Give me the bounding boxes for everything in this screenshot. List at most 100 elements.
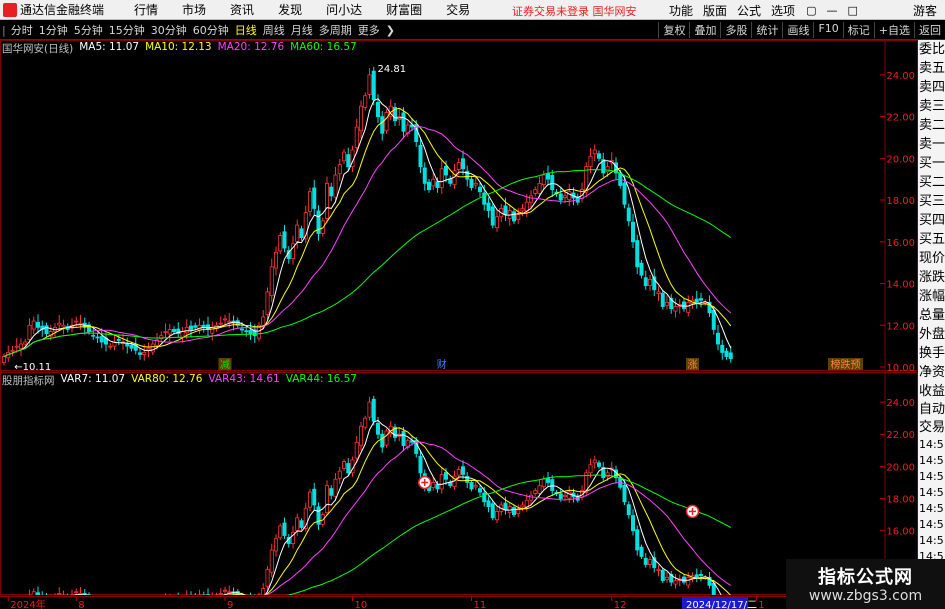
candle [222,318,227,321]
candle [341,151,346,162]
candle [529,195,534,203]
candle [660,292,665,307]
guest-user[interactable]: 游客 [913,2,937,19]
candle [477,488,482,493]
adjust-button[interactable]: 复权 [658,22,689,38]
event-marker: 涨 [688,359,698,371]
add-watchlist-button[interactable]: +自选 [873,22,914,38]
menu-layout[interactable]: 版面 [698,2,732,19]
main-kline-panel[interactable]: 24.00 22.00 20.00 18.00 16.00 14.00 12.00 10.00… [0,40,918,374]
candle [380,116,385,134]
candle [639,262,644,276]
candle [524,499,529,508]
period-1min[interactable]: 1分钟 [36,22,71,38]
date-label: 10 [355,600,368,609]
candle [486,202,491,211]
candle [193,325,198,328]
candle [605,166,610,173]
title-right-menu: 功能 版面 公式 选项 ▢ — □ [664,2,862,19]
candle [694,574,699,578]
candle [261,588,266,596]
candle [180,331,185,338]
candle [273,251,278,269]
candle [711,309,716,330]
panel-border [0,372,918,595]
back-button[interactable]: 返回 [914,22,945,38]
axis-label: 20.00 [886,154,915,165]
candle [150,343,155,353]
menu-options[interactable]: 选项 [766,2,800,19]
watermark-url: www.zbgs3.com [808,588,923,604]
minimize-icon[interactable]: — [822,4,841,17]
candle [431,482,436,489]
trade-time: 14:5 [919,518,944,531]
chevron-right-icon[interactable]: ❯ [383,24,398,37]
period-15min[interactable]: 15分钟 [106,22,148,38]
legend-ma10: MA10: 12.13 [145,41,212,53]
main-legend: 国华网安(日线) MA5: 11.07 MA10: 12.13 MA20: 12… [2,41,357,56]
candle [261,316,266,326]
candle [307,491,312,508]
quote-label: 卖二 [919,118,945,133]
maximize-icon[interactable]: □ [843,4,861,17]
candle [716,332,721,345]
period-daily[interactable]: 日线 [232,22,260,38]
candle [490,503,495,519]
candle [460,466,465,475]
candle [273,538,278,552]
quote-label: 卖一 [919,137,945,152]
candle [171,329,176,332]
axis-label: 20.00 [886,462,915,473]
candle [567,191,572,201]
candle [210,326,215,334]
login-status[interactable]: 证券交易未登录 国华网安 [512,3,637,19]
period-multi[interactable]: 多周期 [316,22,355,38]
mark-button[interactable]: 标记 [842,22,874,38]
period-intraday[interactable]: 分时 [8,22,36,38]
axis-label: 16.00 [886,527,915,538]
candle [728,352,733,360]
candle [244,330,249,333]
period-weekly[interactable]: 周线 [260,22,288,38]
app-name: 通达信金融终端 [20,3,105,17]
period-5min[interactable]: 5分钟 [71,22,106,38]
period-monthly[interactable]: 月线 [288,22,316,38]
candle [558,193,563,201]
site-watermark: 指标公式网 www.zbgs3.com [786,559,945,609]
period-60min[interactable]: 60分钟 [190,22,232,38]
stats-button[interactable]: 统计 [751,22,782,38]
candle [299,228,304,239]
legend-ma20: MA20: 12.76 [217,41,285,53]
menu-market[interactable]: 市场 [170,1,218,18]
menu-assistant[interactable]: 问小达 [314,1,374,18]
axis-label: 16.00 [886,238,915,249]
candle [550,175,555,191]
candle [329,488,334,496]
menu-formula[interactable]: 公式 [732,2,766,19]
auto-label[interactable]: 自动 [918,401,945,419]
quote-label: 外盘 [919,327,945,342]
restore-icon[interactable]: ▢ [802,4,820,17]
menu-quotes[interactable]: 行情 [122,1,170,18]
period-30min[interactable]: 30分钟 [148,22,190,38]
candle [546,173,551,180]
indicator-panel[interactable]: 24.0022.0020.0018.0016.0014.00 股朋指标网 VAR… [0,372,918,609]
candle [278,525,283,539]
candle [36,592,41,598]
candle [520,208,525,212]
f10-button[interactable]: F10 [813,22,842,38]
menu-discover[interactable]: 发现 [266,1,314,18]
quote-label: 买一 [919,156,945,171]
candle [36,321,41,328]
menu-news[interactable]: 资讯 [218,1,266,18]
menu-function[interactable]: 功能 [664,2,698,19]
menu-wealth-circle[interactable]: 财富圈 [374,1,434,18]
period-more[interactable]: 更多 [355,22,383,38]
candle [108,345,113,348]
menu-trade[interactable]: 交易 [434,1,482,18]
candle [456,162,461,171]
multi-stock-button[interactable]: 多股 [720,22,751,38]
candle [324,485,329,514]
overlay-button[interactable]: 叠加 [689,22,720,38]
draw-line-button[interactable]: 画线 [782,22,813,38]
